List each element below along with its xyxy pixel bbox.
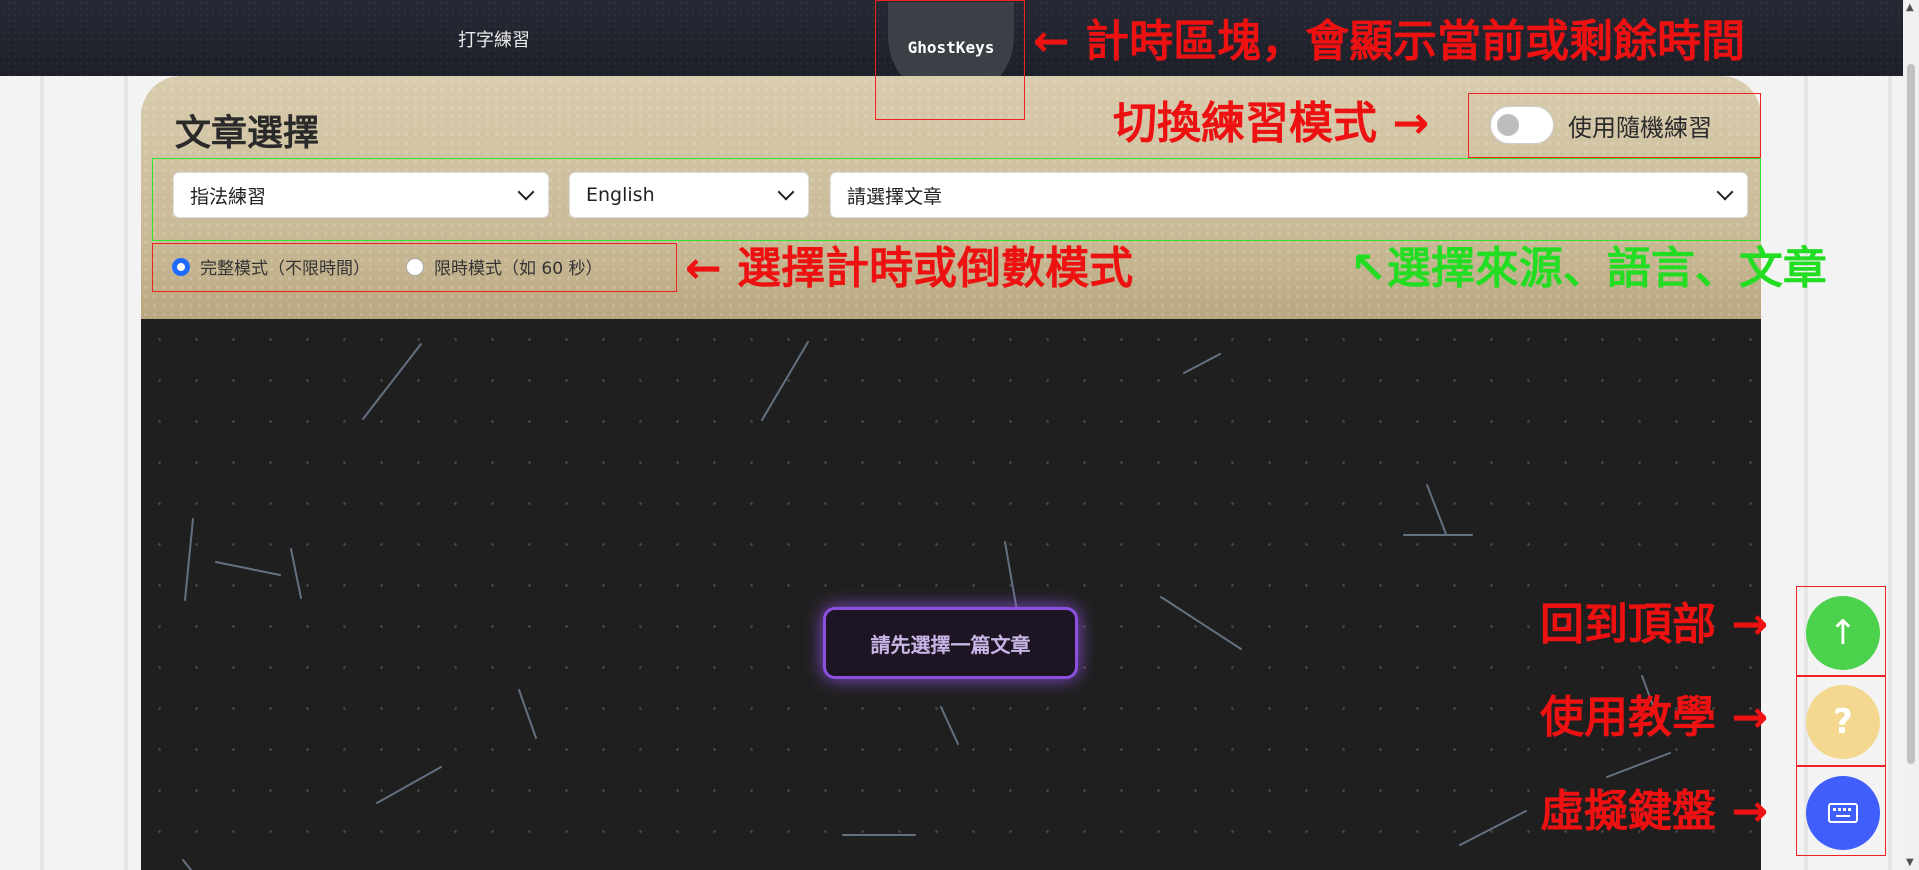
scroll-down-arrow-icon[interactable]: ▼	[1906, 857, 1914, 868]
back-to-top-highlight-box	[1796, 586, 1886, 676]
mode-annotation: ← 選擇計時或倒數模式	[685, 243, 1134, 294]
scroll-up-arrow-icon[interactable]: ▲	[1906, 2, 1914, 13]
virtual-keyboard-annotation: 虛擬鍵盤 →	[1540, 786, 1769, 837]
selectors-annotation: ↖選擇來源、語言、文章	[1350, 243, 1827, 294]
virtual-keyboard-highlight-box	[1796, 766, 1886, 856]
panel-title: 文章選擇	[175, 113, 320, 154]
mode-highlight-box	[152, 243, 677, 292]
back-to-top-annotation: 回到頂部 →	[1540, 599, 1769, 650]
select-article-first-text: 請先選擇一篇文章	[870, 632, 1031, 657]
tutorial-highlight-box	[1796, 676, 1886, 766]
page-scrollbar[interactable]: ▲ ▼	[1903, 0, 1919, 870]
timer-highlight-box	[875, 0, 1025, 120]
toggle-annotation: 切換練習模式 →	[1113, 98, 1430, 149]
toggle-highlight-box	[1468, 93, 1761, 158]
selectors-highlight-box	[152, 158, 1761, 241]
select-article-first-button[interactable]: 請先選擇一篇文章	[823, 607, 1078, 679]
typing-practice-area	[141, 319, 1761, 870]
tutorial-annotation: 使用教學 →	[1540, 692, 1769, 743]
scrollbar-thumb[interactable]	[1907, 64, 1915, 764]
nav-typing-practice-link[interactable]: 打字練習	[458, 26, 530, 52]
falling-streaks-decoration	[182, 341, 1671, 870]
timer-annotation: ← 計時區塊，會顯示當前或剩餘時間	[1033, 16, 1746, 67]
